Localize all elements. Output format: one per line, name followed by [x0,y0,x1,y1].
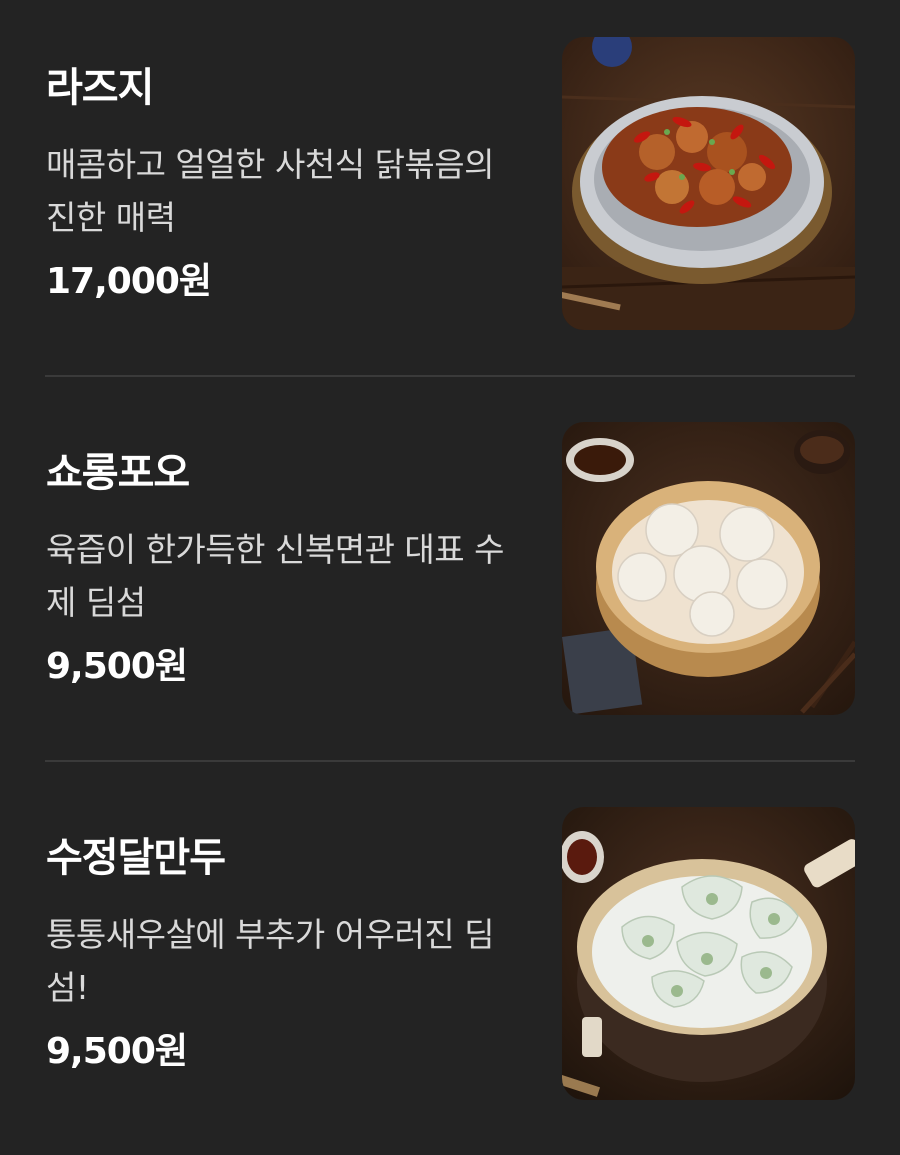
menu-item[interactable]: 라즈지 매콤하고 얼얼한 사천식 닭볶음의 진한 매력 17,000원 [0,0,900,385]
menu-item-description: 통통새우살에 부추가 어우러진 딤섬! [46,915,495,1007]
menu-item-description: 육즙이 한가득한 신복면관 대표 수제 딤섬 [46,530,505,622]
menu-item-price: 9,500원 [46,646,188,687]
menu-item-image[interactable] [562,807,855,1100]
menu-item-price: 9,500원 [46,1031,188,1072]
menu-item-text: 라즈지 매콤하고 얼얼한 사천식 닭볶음의 진한 매력 17,000원 [46,58,516,312]
spicy-chicken-dish-photo [562,37,855,330]
soup-dumplings-steamer-photo [562,422,855,715]
menu-item-price: 17,000원 [46,261,212,302]
menu-list: 라즈지 매콤하고 얼얼한 사천식 닭볶음의 진한 매력 17,000원 쇼롱포오… [0,0,900,1138]
menu-item-name: 수정달만두 [46,835,226,881]
menu-item-name: 쇼롱포오 [46,450,190,496]
menu-item-image[interactable] [562,37,855,330]
divider [45,375,855,377]
menu-item[interactable]: 수정달만두 통통새우살에 부추가 어우러진 딤섬! 9,500원 [0,770,900,1155]
crystal-dumplings-steamer-photo [562,807,855,1100]
menu-item[interactable]: 쇼롱포오 육즙이 한가득한 신복면관 대표 수제 딤섬 9,500원 [0,385,900,770]
menu-item-image[interactable] [562,422,855,715]
divider [45,760,855,762]
menu-item-text: 수정달만두 통통새우살에 부추가 어우러진 딤섬! 9,500원 [46,828,516,1082]
menu-item-name: 라즈지 [46,65,154,111]
menu-item-description: 매콤하고 얼얼한 사천식 닭볶음의 진한 매력 [46,145,495,237]
menu-item-text: 쇼롱포오 육즙이 한가득한 신복면관 대표 수제 딤섬 9,500원 [46,443,516,697]
